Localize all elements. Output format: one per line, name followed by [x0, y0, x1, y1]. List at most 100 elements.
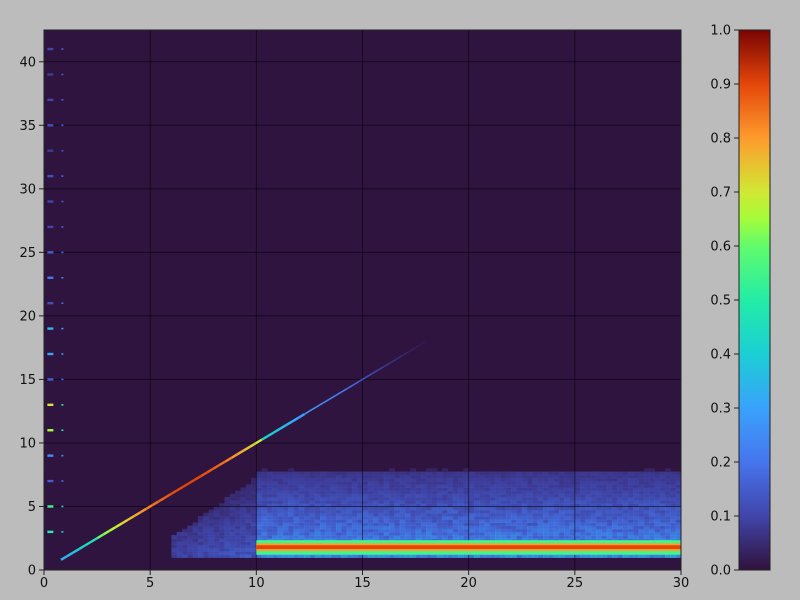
heat-cell	[197, 516, 204, 520]
heat-cell	[574, 471, 581, 476]
heat-cell	[208, 509, 215, 514]
left-column-point	[47, 530, 54, 534]
heat-cell	[182, 528, 188, 533]
left-column-point	[47, 505, 54, 508]
heat-cell	[548, 471, 555, 476]
heat-cell	[585, 471, 592, 476]
heat-cell	[213, 506, 220, 511]
left-column-point	[47, 479, 54, 483]
colorbar: 0.0 0.1 0.2 0.3 0.4 0.5 0.6 0.7 0.8 0.9 1.0	[710, 24, 771, 579]
colorbar-tick-label: 0.6	[710, 240, 731, 255]
heat-cell	[617, 471, 624, 476]
heat-cell	[351, 471, 358, 476]
heat-cell	[654, 471, 661, 476]
y-tick-label: 30	[19, 182, 36, 197]
heat-cell	[431, 468, 438, 473]
harmonic-band-core	[256, 545, 681, 550]
left-column-point-secondary	[61, 200, 64, 203]
heat-cell	[436, 471, 443, 476]
heat-cell	[309, 471, 316, 476]
heat-cell	[261, 468, 268, 473]
heat-cell	[320, 471, 326, 476]
colorbar-tick-label: 0.4	[710, 348, 731, 363]
x-tick-label: 5	[146, 576, 154, 591]
left-column-point	[47, 174, 54, 178]
heat-cell	[399, 471, 406, 476]
heat-cell	[590, 471, 597, 476]
colorbar-tick-label: 0.3	[710, 402, 731, 417]
y-tick-label: 15	[19, 373, 36, 388]
heat-cell	[341, 471, 348, 476]
y-tick-label: 35	[19, 119, 36, 134]
heat-cell	[638, 471, 645, 476]
y-tick-label: 40	[19, 55, 36, 70]
heat-cell	[622, 471, 629, 476]
left-column-point	[47, 149, 54, 152]
heat-cell	[489, 471, 496, 476]
heat-cell	[288, 468, 295, 473]
heat-cell	[272, 471, 279, 476]
heat-cell	[314, 471, 321, 476]
heat-cell	[580, 471, 587, 476]
heat-cell	[452, 471, 459, 476]
heat-cell	[532, 471, 539, 476]
heat-cell	[659, 471, 666, 476]
left-column-point	[47, 352, 54, 356]
x-tick-label: 20	[460, 576, 477, 591]
heat-cell	[203, 512, 210, 517]
heat-cell	[192, 522, 199, 527]
heat-cell	[479, 471, 486, 476]
left-column-point	[47, 73, 54, 76]
heat-cell	[537, 471, 544, 476]
heat-cell	[601, 471, 608, 476]
heat-cell	[362, 471, 369, 476]
y-tick-label: 0	[28, 564, 36, 579]
heat-cell	[643, 468, 650, 473]
heat-cell	[665, 468, 671, 473]
left-column-point	[47, 454, 54, 457]
heat-cell	[505, 471, 512, 476]
heat-cell	[330, 471, 337, 476]
colorbar-tick-label: 0.5	[710, 294, 731, 309]
heat-cell	[606, 471, 613, 476]
left-column-point	[47, 403, 54, 407]
heat-cell	[511, 471, 518, 476]
left-column-point-secondary	[61, 99, 64, 101]
heat-cell	[447, 471, 454, 476]
y-tick-label: 5	[28, 500, 36, 515]
left-column-point-secondary	[61, 531, 64, 533]
left-column-point-secondary	[61, 404, 64, 406]
colorbar-tick-label: 0.2	[710, 456, 731, 471]
x-tick-label: 0	[40, 576, 48, 591]
heat-cell	[235, 490, 242, 495]
left-column-point-secondary	[61, 251, 64, 254]
left-column-point	[47, 327, 54, 330]
left-column-point-secondary	[61, 276, 64, 279]
heat-cell	[245, 484, 252, 489]
x-tick-label: 15	[354, 576, 371, 591]
heat-cell	[611, 471, 618, 476]
heat-cell	[516, 471, 523, 476]
left-column-point	[47, 225, 54, 229]
heat-cell	[187, 525, 194, 530]
heat-cell	[527, 471, 533, 476]
left-column-point	[47, 47, 54, 51]
left-column-point-secondary	[61, 378, 64, 381]
left-column-point-secondary	[61, 149, 64, 152]
y-tick-label: 10	[19, 436, 36, 451]
left-column-point	[47, 301, 54, 305]
left-column-point-secondary	[61, 505, 64, 508]
heat-cell	[468, 471, 475, 476]
left-column-point-secondary	[61, 429, 64, 432]
left-column-point	[47, 200, 54, 203]
heat-cell	[293, 471, 300, 476]
colorbar-tick-label: 0.0	[710, 564, 731, 579]
heat-cell	[521, 471, 528, 476]
left-column-point-secondary	[61, 175, 64, 177]
heat-cell	[627, 471, 634, 476]
heat-cell	[229, 493, 236, 498]
heat-cell	[542, 471, 549, 476]
colorbar-ticks: 0.0 0.1 0.2 0.3 0.4 0.5 0.6 0.7 0.8 0.9 1.0	[710, 24, 739, 579]
left-column-point-secondary	[61, 73, 64, 76]
left-column-point	[47, 276, 54, 279]
